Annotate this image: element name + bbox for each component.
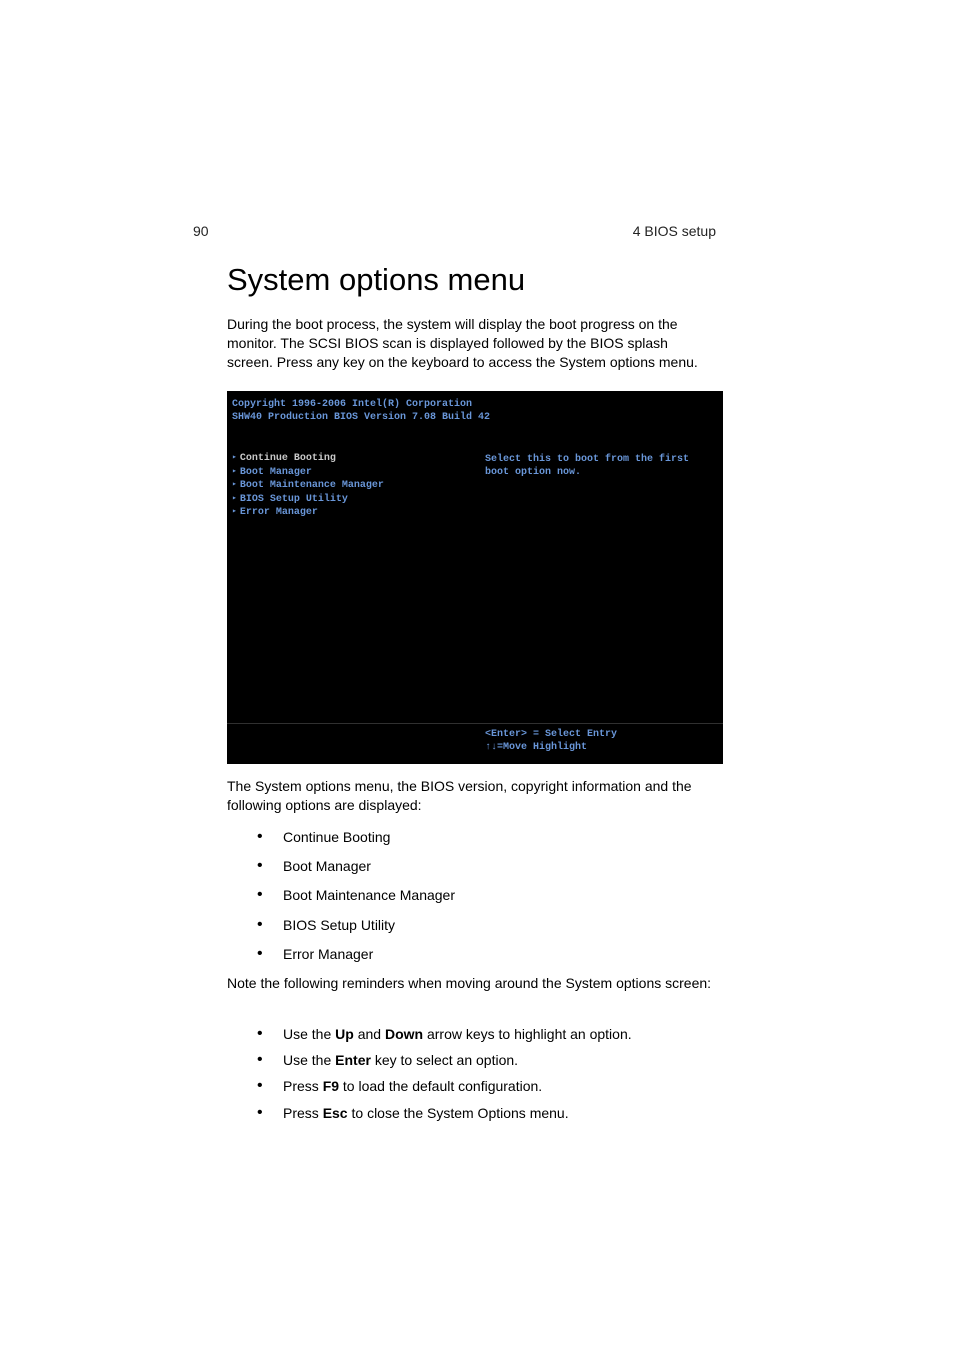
page-title: System options menu	[227, 262, 525, 298]
text: and	[354, 1026, 385, 1042]
page-section: 4 BIOS setup	[633, 223, 716, 239]
text: to close the System Options menu.	[348, 1105, 569, 1121]
text: key to select an option.	[371, 1052, 518, 1068]
bios-divider	[227, 723, 723, 724]
bios-copyright-line1: Copyright 1996-2006 Intel(R) Corporation	[232, 399, 490, 412]
page-header: 90 4 BIOS setup	[193, 223, 716, 239]
bios-menu: ▸ Continue Booting ▸ Boot Manager ▸ Boot…	[232, 452, 384, 520]
bios-menu-label: BIOS Setup Utility	[240, 493, 348, 507]
list-item: Press F9 to load the default configurati…	[255, 1077, 715, 1095]
key-label: Enter	[335, 1052, 371, 1068]
text: Use the	[283, 1026, 335, 1042]
bios-help-text: Select this to boot from the first boot …	[485, 453, 715, 479]
arrow-right-icon: ▸	[232, 467, 237, 478]
description-paragraph: The System options menu, the BIOS versio…	[227, 777, 717, 815]
list-item: Error Manager	[255, 945, 455, 963]
list-item: Continue Booting	[255, 828, 455, 846]
text: Press	[283, 1078, 323, 1094]
bios-menu-item-error-manager[interactable]: ▸ Error Manager	[232, 506, 384, 520]
intro-paragraph: During the boot process, the system will…	[227, 315, 717, 372]
bios-menu-item-bios-setup-utility[interactable]: ▸ BIOS Setup Utility	[232, 493, 384, 507]
bios-footer-move: ↑↓=Move Highlight	[485, 741, 617, 754]
reminder-paragraph: Note the following reminders when moving…	[227, 974, 717, 993]
list-item: Press Esc to close the System Options me…	[255, 1104, 715, 1122]
bios-screenshot: Copyright 1996-2006 Intel(R) Corporation…	[227, 391, 723, 764]
bios-copyright: Copyright 1996-2006 Intel(R) Corporation…	[232, 399, 490, 424]
list-item: BIOS Setup Utility	[255, 916, 455, 934]
options-list: Continue Booting Boot Manager Boot Maint…	[255, 828, 455, 974]
text: arrow keys to highlight an option.	[423, 1026, 632, 1042]
text: Press	[283, 1105, 323, 1121]
arrow-right-icon: ▸	[232, 453, 237, 464]
key-label: Esc	[323, 1105, 348, 1121]
bios-menu-label: Boot Maintenance Manager	[240, 479, 384, 493]
bios-menu-label: Continue Booting	[240, 452, 336, 466]
list-item: Use the Enter key to select an option.	[255, 1051, 715, 1069]
text: to load the default configuration.	[339, 1078, 542, 1094]
bios-footer-enter: <Enter> = Select Entry	[485, 728, 617, 741]
reminder-list: Use the Up and Down arrow keys to highli…	[255, 1025, 715, 1130]
bios-menu-item-boot-manager[interactable]: ▸ Boot Manager	[232, 466, 384, 480]
bios-menu-label: Error Manager	[240, 506, 318, 520]
key-label: Down	[385, 1026, 423, 1042]
page-number: 90	[193, 223, 209, 239]
key-label: Up	[335, 1026, 354, 1042]
arrow-right-icon: ▸	[232, 480, 237, 491]
bios-menu-item-continue-booting[interactable]: ▸ Continue Booting	[232, 452, 384, 466]
bios-copyright-line2: SHW40 Production BIOS Version 7.08 Build…	[232, 412, 490, 425]
list-item: Use the Up and Down arrow keys to highli…	[255, 1025, 715, 1043]
text: Use the	[283, 1052, 335, 1068]
arrow-right-icon: ▸	[232, 507, 237, 518]
key-label: F9	[323, 1078, 339, 1094]
bios-menu-item-boot-maintenance-manager[interactable]: ▸ Boot Maintenance Manager	[232, 479, 384, 493]
list-item: Boot Maintenance Manager	[255, 886, 455, 904]
bios-menu-label: Boot Manager	[240, 466, 312, 480]
arrow-right-icon: ▸	[232, 494, 237, 505]
list-item: Boot Manager	[255, 857, 455, 875]
bios-footer: <Enter> = Select Entry ↑↓=Move Highlight	[485, 728, 617, 754]
